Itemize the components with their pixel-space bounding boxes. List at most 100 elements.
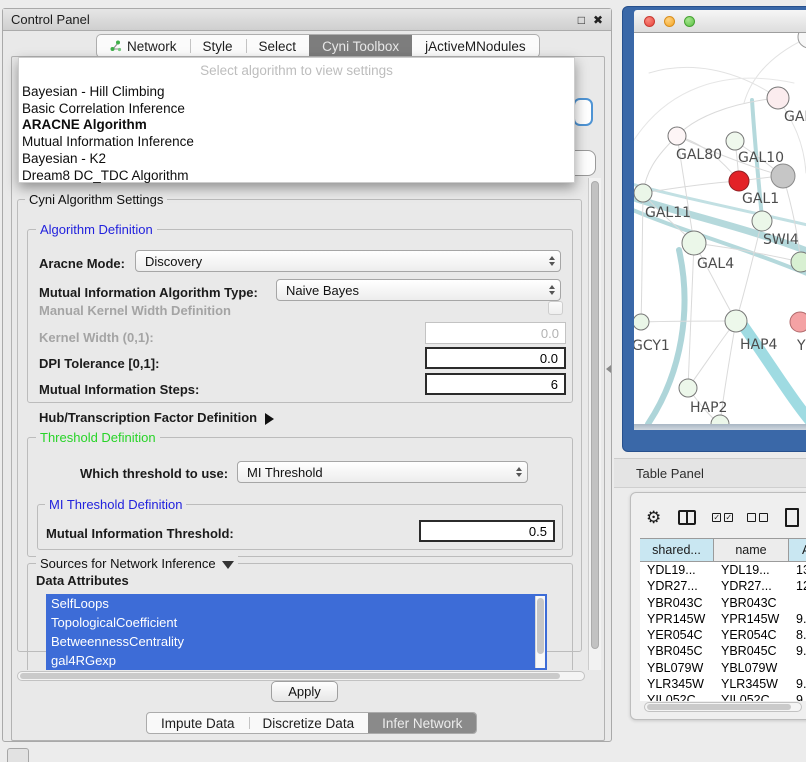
attribute-list-item[interactable]: gal4RGexp — [46, 651, 547, 670]
algorithm-option[interactable]: Bayesian - K2 — [20, 151, 573, 168]
close-icon[interactable]: ✖ — [593, 14, 603, 26]
zoom-traffic-light-icon[interactable] — [684, 16, 695, 27]
tab-discretize-data[interactable]: Discretize Data — [249, 713, 369, 733]
sources-title[interactable]: Sources for Network Inference — [36, 556, 238, 571]
deselect-all-checks-icon[interactable] — [747, 513, 768, 522]
table-row[interactable]: YBR045CYBR045C9. — [640, 643, 806, 659]
settings-horizontal-scrollbar[interactable] — [17, 671, 585, 681]
table-row[interactable]: YLR345WYLR345W9. — [640, 676, 806, 692]
split-pane-handle-icon[interactable] — [606, 365, 611, 373]
network-node-GAL10[interactable] — [726, 132, 744, 150]
table-row[interactable]: YBR043CYBR043C — [640, 595, 806, 611]
table-cell — [789, 660, 806, 676]
apply-button[interactable]: Apply — [271, 681, 338, 702]
network-tab-icon — [110, 40, 122, 52]
table-horizontal-scrollbar[interactable] — [644, 702, 802, 712]
app-root: Control Panel □ ✖ Network — [0, 0, 806, 762]
kernel-width-input[interactable] — [425, 322, 566, 344]
table-row[interactable]: YIL052CYIL052C9. — [640, 692, 806, 701]
tab-infer-network[interactable]: Infer Network — [368, 713, 476, 733]
network-node-GAL11[interactable] — [634, 184, 652, 202]
network-edge[interactable] — [643, 181, 739, 193]
data-attributes-list[interactable]: SelfLoopsTopologicalCoefficientBetweenne… — [46, 594, 547, 670]
table-column-header[interactable]: A — [789, 539, 806, 561]
network-view-canvas[interactable]: GALGAL80GAL10GAL11SWI4GAL4GCY1HAP4YHAP2G… — [634, 33, 806, 424]
network-node-gal-partial[interactable] — [767, 87, 789, 109]
combo-arrows-icon — [549, 280, 555, 300]
algorithm-option[interactable]: Basic Correlation Inference — [20, 101, 573, 118]
mi-type-combo[interactable]: Naive Bayes — [276, 279, 561, 301]
table-cell: YBL079W — [714, 660, 789, 676]
attribute-list-item[interactable]: BetweennessCentrality — [46, 632, 547, 651]
dpi-tolerance-input[interactable] — [425, 347, 566, 369]
node-label: HAP2 — [690, 400, 727, 416]
tab-style[interactable]: Style — [190, 35, 246, 57]
table-row[interactable]: YDL19...YDL19...13 — [640, 562, 806, 578]
tab-jactivemnodules[interactable]: jActiveMNodules — [412, 35, 539, 57]
network-edge[interactable] — [688, 243, 694, 388]
algorithm-option[interactable]: Mutual Information Inference — [20, 134, 573, 151]
select-all-checks-icon[interactable]: ✓✓ — [712, 513, 733, 522]
node-label: GAL1 — [742, 191, 779, 207]
combo-arrows-icon — [516, 462, 522, 482]
close-traffic-light-icon[interactable] — [644, 16, 655, 27]
mi-steps-input[interactable] — [425, 373, 566, 395]
table-row[interactable]: YDR27...YDR27...12 — [640, 578, 806, 594]
column-layout-icon[interactable] — [678, 510, 696, 525]
network-node-GAL4[interactable] — [682, 231, 706, 255]
table-body[interactable]: YDL19...YDL19...13YDR27...YDR27...12YBR0… — [640, 562, 806, 701]
network-node-gray-node[interactable] — [771, 164, 795, 188]
network-edge[interactable] — [694, 243, 736, 321]
network-edge[interactable] — [643, 136, 677, 193]
network-edge[interactable] — [736, 221, 762, 321]
table-cell: 12 — [789, 578, 806, 594]
table-column-header[interactable]: name — [714, 539, 789, 561]
manual-kernel-checkbox[interactable] — [548, 301, 563, 315]
hub-tf-definition-toggle[interactable]: Hub/Transcription Factor Definition — [39, 410, 274, 425]
table-row[interactable]: YER054CYER054C8. — [640, 627, 806, 643]
network-edge[interactable] — [677, 98, 778, 136]
aracne-mode-combo[interactable]: Discovery — [135, 250, 561, 272]
tab-network[interactable]: Network — [97, 35, 190, 57]
tab-impute-data[interactable]: Impute Data — [147, 713, 249, 733]
table-row[interactable]: YBL079WYBL079W — [640, 660, 806, 676]
network-window-titlebar[interactable] — [634, 10, 806, 33]
document-icon[interactable] — [785, 508, 799, 527]
attribute-list-item[interactable]: TopologicalCoefficient — [46, 613, 547, 632]
network-node-GAL80[interactable] — [668, 127, 686, 145]
algorithm-option[interactable]: ARACNE Algorithm — [20, 117, 573, 134]
table-column-header[interactable]: shared... — [640, 539, 714, 561]
attributes-list-scrollbar[interactable] — [535, 596, 545, 668]
network-canvas-svg: GALGAL80GAL10GAL11SWI4GAL4GCY1HAP4YHAP2G… — [634, 33, 806, 424]
algorithm-option[interactable]: Bayesian - Hill Climbing — [20, 84, 573, 101]
algorithm-option[interactable]: Dream8 DC_TDC Algorithm — [20, 168, 573, 185]
minimize-traffic-light-icon[interactable] — [664, 16, 675, 27]
table-cell: YPR145W — [714, 611, 789, 627]
node-label: GAL4 — [697, 256, 734, 272]
network-node-GCY1[interactable] — [634, 314, 649, 330]
network-edge[interactable] — [641, 321, 736, 322]
network-node-bottom-node[interactable] — [711, 415, 729, 424]
float-window-icon[interactable]: □ — [578, 14, 585, 26]
algorithm-definition-title: Algorithm Definition — [36, 222, 157, 237]
table-cell: 13 — [789, 562, 806, 578]
which-threshold-combo[interactable]: MI Threshold — [237, 461, 528, 483]
network-edge[interactable] — [688, 321, 736, 388]
network-node-SWI4[interactable] — [752, 211, 772, 231]
minimized-panel-button[interactable] — [7, 748, 29, 762]
mi-threshold-input[interactable] — [419, 520, 555, 542]
gear-icon[interactable]: ⚙ — [646, 509, 661, 526]
network-node-top-arc-node[interactable] — [798, 33, 806, 48]
network-node-salmon-node[interactable] — [790, 312, 806, 332]
tab-cyni-toolbox[interactable]: Cyni Toolbox — [309, 35, 412, 57]
table-cell: 9. — [789, 692, 806, 701]
network-edge[interactable] — [648, 250, 684, 424]
attribute-list-item[interactable]: SelfLoops — [46, 594, 547, 613]
network-node-green-right[interactable] — [791, 252, 806, 272]
settings-vertical-scrollbar[interactable] — [588, 178, 601, 670]
network-node-red-node[interactable] — [729, 171, 749, 191]
network-node-HAP4[interactable] — [725, 310, 747, 332]
tab-select[interactable]: Select — [246, 35, 310, 57]
table-row[interactable]: YPR145WYPR145W9. — [640, 611, 806, 627]
network-node-HAP2[interactable] — [679, 379, 697, 397]
